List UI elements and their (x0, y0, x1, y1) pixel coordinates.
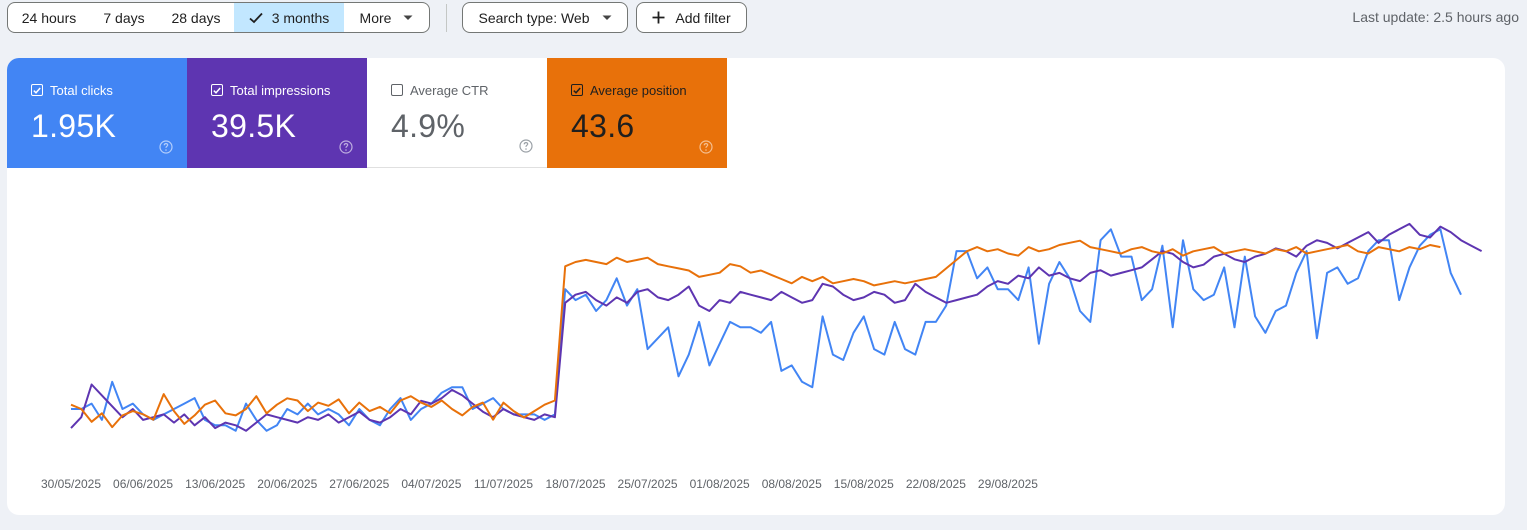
range-3m-label: 3 months (271, 9, 330, 26)
x-tick-label: 20/06/2025 (257, 477, 317, 491)
range-7d-button[interactable]: 7 days (90, 2, 159, 33)
performance-line-chart[interactable]: 30/05/2025 06/06/2025 13/06/2025 20/06/2025… (7, 58, 1505, 515)
performance-card: Total clicks 1.95K Total impressions 39.… (7, 58, 1505, 515)
range-3m-button[interactable]: 3 months (234, 2, 345, 33)
range-28d-label: 28 days (171, 9, 221, 26)
x-tick-label: 29/08/2025 (978, 477, 1038, 491)
add-filter-label: Add filter (675, 9, 731, 26)
range-24h-button[interactable]: 24 hours (7, 2, 91, 33)
more-label: More (359, 9, 392, 26)
series-line-total-impressions[interactable] (70, 222, 1483, 432)
series-line-average-position[interactable] (70, 239, 1441, 429)
x-tick-label: 18/07/2025 (545, 477, 605, 491)
range-24h-label: 24 hours (21, 9, 77, 26)
range-28d-button[interactable]: 28 days (158, 2, 235, 33)
toolbar-divider (446, 4, 447, 32)
last-update-text: Last update: 2.5 hours ago (1352, 9, 1519, 25)
caret-down-icon (403, 15, 413, 21)
x-tick-label: 06/06/2025 (113, 477, 173, 491)
x-tick-label: 11/07/2025 (474, 477, 533, 491)
x-tick-label: 30/05/2025 (41, 477, 101, 491)
x-tick-label: 27/06/2025 (329, 477, 389, 491)
x-tick-label: 15/08/2025 (834, 477, 894, 491)
add-filter-button[interactable]: Add filter (636, 2, 747, 33)
caret-down-icon (602, 15, 612, 21)
check-icon (249, 12, 263, 24)
more-dropdown[interactable]: More (344, 2, 430, 33)
search-type-dropdown[interactable]: Search type: Web (462, 2, 628, 33)
x-tick-label: 25/07/2025 (618, 477, 678, 491)
x-tick-label: 04/07/2025 (401, 477, 461, 491)
search-type-label: Search type: Web (478, 9, 590, 26)
plus-icon (652, 11, 665, 24)
x-tick-label: 13/06/2025 (185, 477, 245, 491)
x-tick-label: 01/08/2025 (690, 477, 750, 491)
x-tick-label: 08/08/2025 (762, 477, 822, 491)
series-line-total-clicks[interactable] (71, 228, 1462, 432)
range-7d-label: 7 days (103, 9, 145, 26)
x-tick-label: 22/08/2025 (906, 477, 966, 491)
